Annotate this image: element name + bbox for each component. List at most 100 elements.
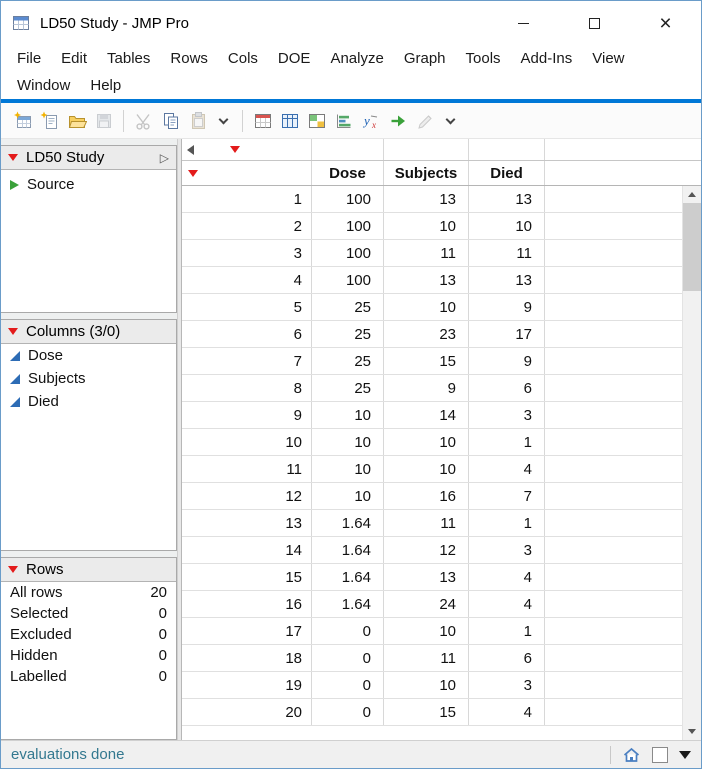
died-cell[interactable]: 13 bbox=[469, 186, 545, 212]
copy-icon[interactable] bbox=[157, 107, 184, 134]
dose-cell[interactable]: 0 bbox=[312, 645, 384, 671]
subjects-cell[interactable]: 13 bbox=[384, 186, 469, 212]
subjects-cell[interactable]: 10 bbox=[384, 213, 469, 239]
script-editor-icon[interactable] bbox=[411, 107, 438, 134]
died-cell[interactable]: 1 bbox=[469, 429, 545, 455]
rows-panel-header[interactable]: Rows bbox=[1, 558, 176, 582]
dose-cell[interactable]: 25 bbox=[312, 348, 384, 374]
table-menu-icon[interactable] bbox=[8, 154, 18, 161]
row-number-cell[interactable]: 10 bbox=[182, 429, 312, 455]
died-cell[interactable]: 3 bbox=[469, 537, 545, 563]
maximize-button[interactable] bbox=[559, 1, 630, 45]
dose-cell[interactable]: 100 bbox=[312, 186, 384, 212]
row-number-cell[interactable]: 11 bbox=[182, 456, 312, 482]
dose-cell[interactable]: 10 bbox=[312, 429, 384, 455]
new-data-table-icon[interactable] bbox=[9, 107, 36, 134]
menu-item[interactable]: Analyze bbox=[320, 45, 393, 72]
row-number-cell[interactable]: 2 bbox=[182, 213, 312, 239]
subjects-cell[interactable]: 11 bbox=[384, 510, 469, 536]
subjects-cell[interactable]: 10 bbox=[384, 294, 469, 320]
died-cell[interactable]: 9 bbox=[469, 348, 545, 374]
row-number-cell[interactable]: 5 bbox=[182, 294, 312, 320]
died-cell[interactable]: 4 bbox=[469, 591, 545, 617]
menu-item[interactable]: Tables bbox=[97, 45, 160, 72]
dose-cell[interactable]: 100 bbox=[312, 240, 384, 266]
menu-item[interactable]: DOE bbox=[268, 45, 321, 72]
column-header-died[interactable]: Died bbox=[469, 161, 545, 185]
dose-cell[interactable]: 25 bbox=[312, 375, 384, 401]
died-cell[interactable]: 10 bbox=[469, 213, 545, 239]
dose-cell[interactable]: 0 bbox=[312, 699, 384, 725]
menu-item[interactable]: Cols bbox=[218, 45, 268, 72]
row-number-cell[interactable]: 16 bbox=[182, 591, 312, 617]
subjects-cell[interactable]: 10 bbox=[384, 618, 469, 644]
minimize-button[interactable] bbox=[488, 1, 559, 45]
row-number-cell[interactable]: 12 bbox=[182, 483, 312, 509]
row-number-cell[interactable]: 19 bbox=[182, 672, 312, 698]
run-script-icon[interactable] bbox=[384, 107, 411, 134]
subjects-cell[interactable]: 10 bbox=[384, 456, 469, 482]
died-cell[interactable]: 4 bbox=[469, 564, 545, 590]
row-number-cell[interactable]: 15 bbox=[182, 564, 312, 590]
menu-item[interactable]: Tools bbox=[456, 45, 511, 72]
subjects-cell[interactable]: 11 bbox=[384, 240, 469, 266]
subjects-cell[interactable]: 23 bbox=[384, 321, 469, 347]
vertical-scrollbar[interactable] bbox=[682, 186, 701, 740]
collapse-panel-icon[interactable] bbox=[187, 144, 194, 155]
column-item[interactable]: Dose bbox=[1, 344, 176, 367]
rows-menu-icon[interactable] bbox=[188, 169, 198, 177]
save-icon[interactable] bbox=[90, 107, 117, 134]
scroll-down-button[interactable] bbox=[683, 723, 701, 740]
subjects-cell[interactable]: 10 bbox=[384, 429, 469, 455]
data-table-icon[interactable] bbox=[249, 107, 276, 134]
menu-item[interactable]: File bbox=[7, 45, 51, 72]
dose-cell[interactable]: 100 bbox=[312, 213, 384, 239]
scrollbar-thumb[interactable] bbox=[683, 203, 701, 291]
subjects-cell[interactable]: 15 bbox=[384, 699, 469, 725]
menu-item[interactable]: Graph bbox=[394, 45, 456, 72]
rows-stat[interactable]: Labelled 0 bbox=[1, 666, 176, 687]
row-number-cell[interactable]: 20 bbox=[182, 699, 312, 725]
columns-panel-menu-icon[interactable] bbox=[8, 328, 18, 335]
toolbar-overflow-icon[interactable] bbox=[218, 114, 229, 124]
column-header-subjects[interactable]: Subjects bbox=[384, 161, 469, 185]
row-number-cell[interactable]: 3 bbox=[182, 240, 312, 266]
subjects-cell[interactable]: 12 bbox=[384, 537, 469, 563]
close-button[interactable]: × bbox=[630, 1, 701, 45]
rows-stat[interactable]: Excluded 0 bbox=[1, 624, 176, 645]
menu-item[interactable]: Edit bbox=[51, 45, 97, 72]
row-number-cell[interactable]: 18 bbox=[182, 645, 312, 671]
column-header-dose[interactable]: Dose bbox=[312, 161, 384, 185]
menu-item[interactable]: Rows bbox=[160, 45, 218, 72]
died-cell[interactable]: 6 bbox=[469, 645, 545, 671]
menu-item[interactable]: View bbox=[582, 45, 634, 72]
subjects-cell[interactable]: 9 bbox=[384, 375, 469, 401]
died-cell[interactable]: 7 bbox=[469, 483, 545, 509]
subjects-cell[interactable]: 14 bbox=[384, 402, 469, 428]
died-cell[interactable]: 3 bbox=[469, 672, 545, 698]
scroll-up-button[interactable] bbox=[683, 186, 701, 203]
dose-cell[interactable]: 10 bbox=[312, 483, 384, 509]
died-cell[interactable]: 3 bbox=[469, 402, 545, 428]
marker-box[interactable] bbox=[652, 746, 668, 763]
dose-cell[interactable]: 25 bbox=[312, 294, 384, 320]
menu-item[interactable]: Window bbox=[7, 72, 80, 99]
subjects-cell[interactable]: 11 bbox=[384, 645, 469, 671]
column-item[interactable]: Died bbox=[1, 390, 176, 413]
row-number-cell[interactable]: 6 bbox=[182, 321, 312, 347]
dose-cell[interactable]: 10 bbox=[312, 402, 384, 428]
dose-cell[interactable]: 100 bbox=[312, 267, 384, 293]
dose-cell[interactable]: 0 bbox=[312, 618, 384, 644]
rows-stat[interactable]: All rows 20 bbox=[1, 582, 176, 603]
dose-cell[interactable]: 25 bbox=[312, 321, 384, 347]
cut-icon[interactable] bbox=[130, 107, 157, 134]
home-icon[interactable] bbox=[622, 746, 641, 764]
column-item[interactable]: Subjects bbox=[1, 367, 176, 390]
row-number-cell[interactable]: 17 bbox=[182, 618, 312, 644]
dose-cell[interactable]: 1.64 bbox=[312, 564, 384, 590]
subjects-cell[interactable]: 16 bbox=[384, 483, 469, 509]
status-dropdown-icon[interactable] bbox=[679, 750, 691, 759]
dose-cell[interactable]: 10 bbox=[312, 456, 384, 482]
new-journal-icon[interactable] bbox=[36, 107, 63, 134]
row-number-cell[interactable]: 4 bbox=[182, 267, 312, 293]
